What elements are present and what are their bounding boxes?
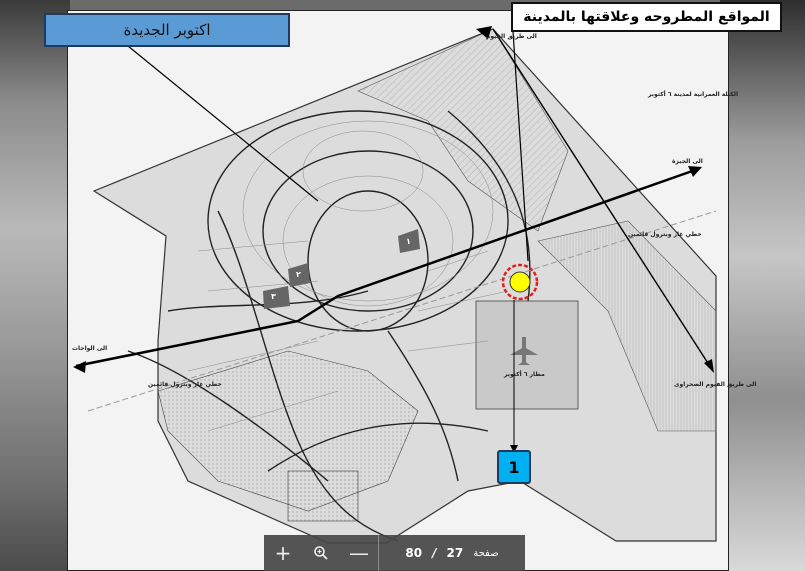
label-gas-line-top: خطي غاز وبترول قائمين [628, 231, 702, 238]
map-drawing [73, 26, 717, 544]
label-to-oases: الى الواحات [72, 345, 108, 352]
page-indicator: 80 / 27 صفحة [379, 546, 525, 560]
background-left [0, 0, 70, 571]
site-number-box: 1 [497, 450, 531, 484]
background-right [720, 0, 805, 571]
master-plan-map: الى الجيزة الى الواحات الى طريق الفيوم ا… [67, 10, 757, 571]
slide-title: المواقع المطروحه وعلاقتها بالمدينة [511, 2, 782, 32]
label-gas-line-bottom: خطي غاز وبترول قائمين [148, 381, 222, 388]
pdf-toolbar: + — 80 / 27 صفحة [264, 535, 525, 571]
label-zone-3: ٣ [271, 292, 276, 301]
arrow-to-oases [73, 361, 86, 373]
zoom-out-button[interactable]: — [340, 535, 378, 571]
total-pages: 80 [405, 546, 423, 560]
label-airport: مطار ٦ أكتوبر [504, 371, 545, 378]
site-marker [509, 271, 531, 293]
label-zone-1: ١ [406, 237, 411, 246]
label-to-giza: الى الجيزة [672, 158, 703, 165]
zoom-in-button[interactable]: + [264, 535, 302, 571]
callout-label: اكتوبر الجديدة [44, 13, 290, 47]
label-fayoum-top: الى طريق الفيوم [486, 33, 537, 40]
page-slash: / [432, 546, 437, 560]
magnifier-icon[interactable] [302, 535, 340, 571]
page-label: صفحة [473, 547, 499, 559]
label-to-fayoum-road: الى طريق الفيوم الصحراوى [674, 381, 757, 388]
current-page[interactable]: 27 [447, 546, 464, 560]
label-urban-block: الكتلة العمرانية لمدينة ٦ أكتوبر [648, 91, 739, 98]
label-zone-2: ٢ [296, 270, 301, 279]
